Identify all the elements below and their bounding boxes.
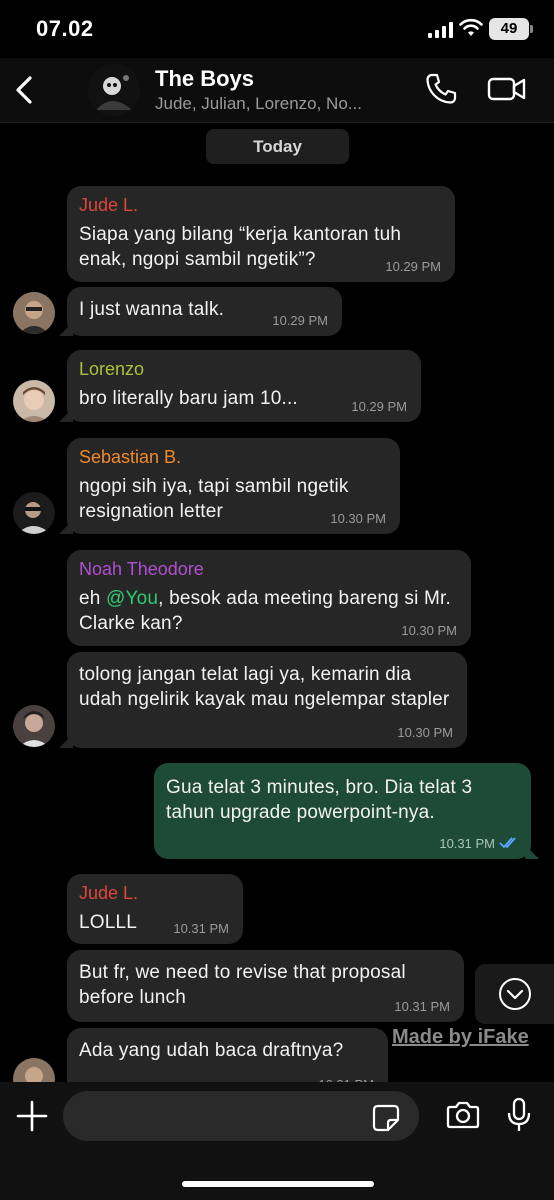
group-name[interactable]: The Boys	[155, 66, 254, 92]
back-arrow-icon[interactable]	[12, 74, 36, 106]
status-time: 07.02	[36, 16, 94, 41]
plus-icon[interactable]	[16, 1100, 48, 1132]
message-time: 10.30 PM	[330, 511, 386, 526]
message-bubble[interactable]: Jude L. Siapa yang bilang “kerja kantora…	[67, 186, 455, 282]
message-bubble[interactable]: Jude L. LOLLL 10.31 PM	[67, 874, 243, 944]
avatar-sebastian[interactable]	[13, 492, 55, 534]
message-text: Ada yang udah baca draftnya?	[79, 1040, 344, 1061]
message-bubble[interactable]: Noah Theodore eh @You, besok ada meeting…	[67, 550, 471, 646]
wifi-icon	[459, 18, 483, 36]
sender-name: Lorenzo	[79, 359, 145, 379]
double-check-read-icon	[499, 837, 516, 849]
message-text: Gua telat 3 minutes, bro. Dia telat 3 ta…	[166, 777, 473, 823]
group-avatar[interactable]	[88, 64, 140, 116]
avatar-image	[13, 492, 55, 534]
bubble-tail	[525, 845, 539, 859]
phone-icon[interactable]	[424, 72, 458, 106]
message-bubble[interactable]: Lorenzo bro literally baru jam 10... 10.…	[59, 350, 421, 422]
message-bubble[interactable]: Sebastian B. ngopi sih iya, tapi sambil …	[59, 438, 400, 534]
message-bubble[interactable]: I just wanna talk. 10.29 PM	[59, 287, 342, 336]
avatar-jude[interactable]	[13, 292, 55, 334]
message-time: 10.31 PM	[439, 836, 495, 851]
sender-name: Jude L.	[79, 195, 139, 215]
message-time: 10.29 PM	[385, 259, 441, 274]
bubble-tail	[59, 322, 73, 336]
message-bubble[interactable]: tolong jangan telat lagi ya, kemarin dia…	[59, 652, 467, 748]
avatar-image	[13, 292, 55, 334]
message-time: 10.31 PM	[173, 921, 229, 936]
chevron-down-icon	[499, 978, 531, 1010]
battery-cap	[530, 25, 533, 33]
avatar-lorenzo[interactable]	[13, 380, 55, 422]
watermark: Made by iFake	[392, 1026, 529, 1048]
video-camera-icon[interactable]	[487, 74, 527, 104]
bubble-tail	[59, 520, 73, 534]
message-bubble[interactable]: But fr, we need to revise that proposal …	[67, 950, 464, 1022]
message-input[interactable]	[63, 1091, 419, 1141]
message-time: 10.29 PM	[351, 399, 407, 414]
sender-name: Jude L.	[79, 883, 139, 903]
sender-name: Sebastian B.	[79, 447, 182, 467]
message-time: 10.29 PM	[272, 313, 328, 328]
avatar-image	[13, 380, 55, 422]
group-avatar-image	[88, 64, 140, 116]
date-divider: Today	[206, 129, 349, 164]
sticker-icon[interactable]	[372, 1104, 400, 1132]
home-indicator	[182, 1181, 374, 1187]
battery-indicator: 49	[489, 18, 529, 40]
bubble-tail	[59, 734, 73, 748]
sender-name: Noah Theodore	[79, 559, 204, 579]
bubble-tail	[59, 408, 73, 422]
message-text: tolong jangan telat lagi ya, kemarin dia…	[79, 664, 450, 710]
message-time: 10.31 PM	[394, 999, 450, 1014]
mention-you[interactable]: @You	[106, 588, 158, 609]
outgoing-message-bubble[interactable]: Gua telat 3 minutes, bro. Dia telat 3 ta…	[154, 763, 539, 859]
scroll-to-bottom-button[interactable]	[475, 964, 554, 1024]
message-text-part: eh	[79, 588, 107, 609]
microphone-icon[interactable]	[506, 1097, 532, 1133]
group-members[interactable]: Jude, Julian, Lorenzo, No...	[155, 94, 362, 114]
message-time: 10.30 PM	[397, 725, 453, 740]
camera-icon[interactable]	[446, 1100, 480, 1130]
message-time: 10.30 PM	[401, 623, 457, 638]
cellular-signal-icon	[428, 22, 453, 38]
avatar-noah[interactable]	[13, 705, 55, 747]
avatar-image	[13, 705, 55, 747]
